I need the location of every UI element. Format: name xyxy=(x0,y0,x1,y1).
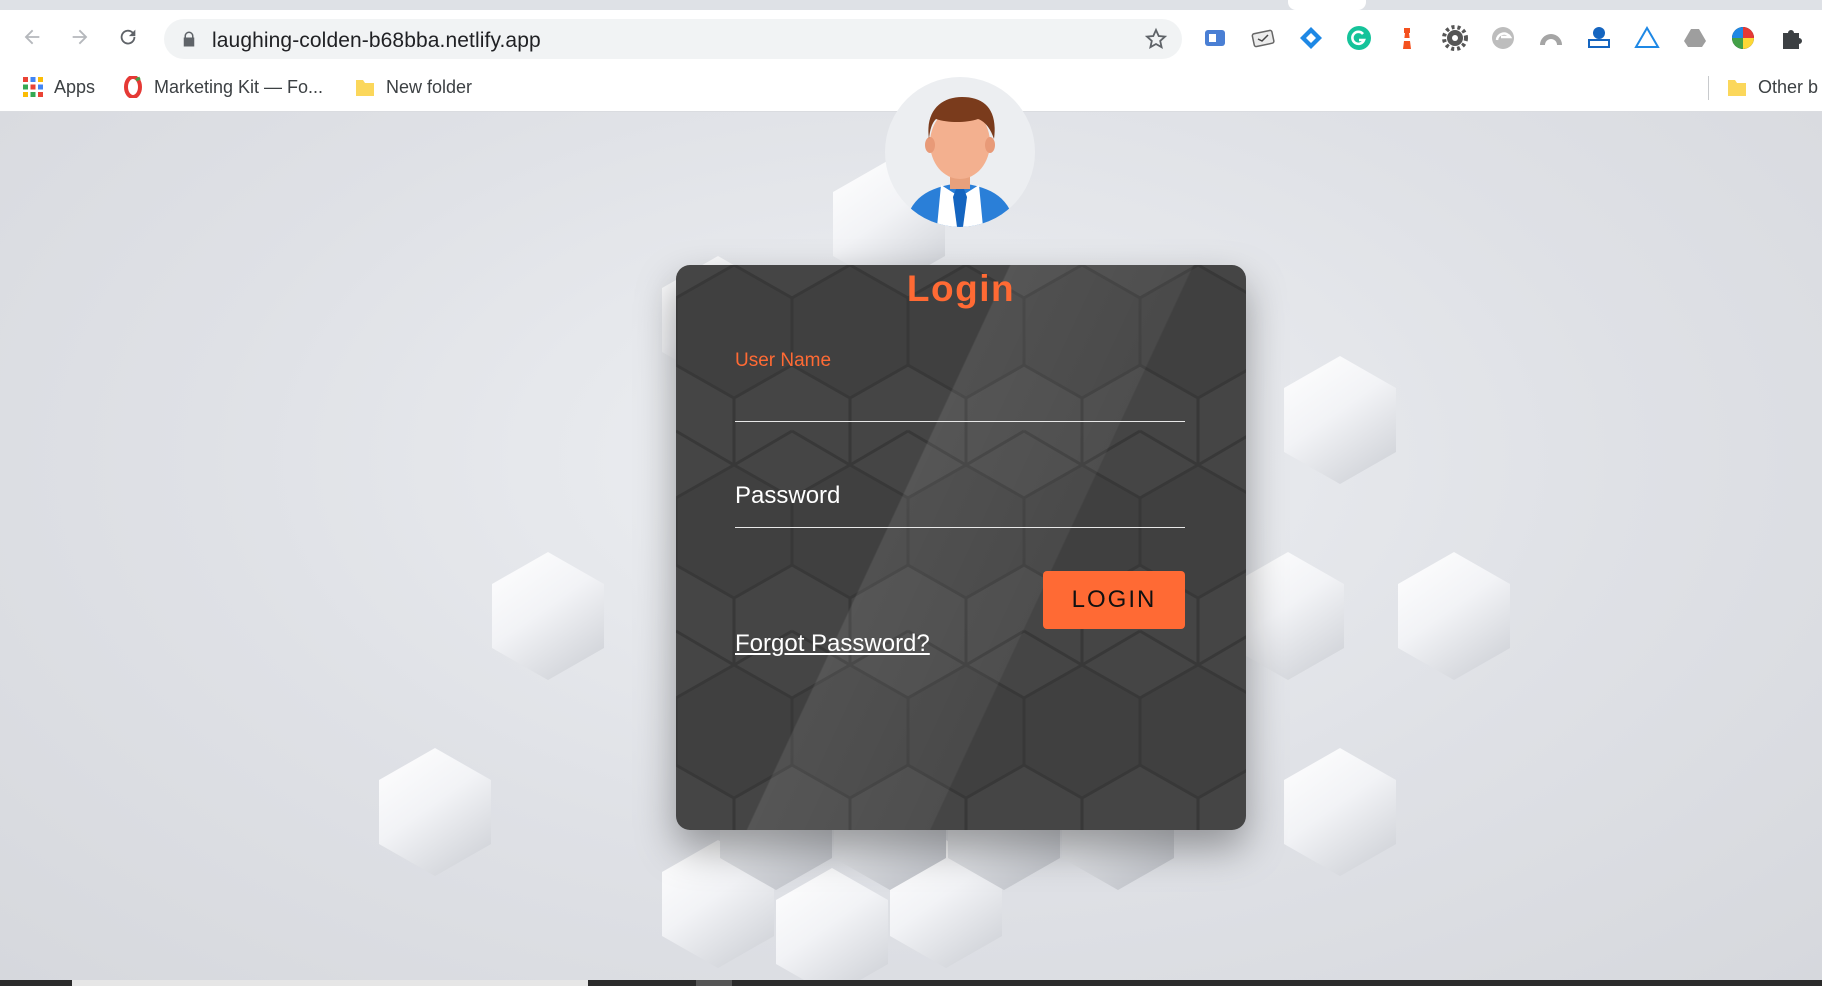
edge-icon[interactable] xyxy=(1490,25,1516,51)
grammarly-icon[interactable] xyxy=(1346,25,1372,51)
bookmark-label: Marketing Kit — Fo... xyxy=(154,76,324,97)
taskbar-strip xyxy=(0,980,1822,986)
browser-toolbar: laughing-colden-b68bba.netlify.app xyxy=(0,10,1822,64)
bookmark-marketing-kit[interactable]: Marketing Kit — Fo... xyxy=(122,72,323,102)
address-bar[interactable]: laughing-colden-b68bba.netlify.app xyxy=(164,19,1182,59)
login-title: Login xyxy=(906,268,1016,309)
drive-icon[interactable] xyxy=(1682,25,1708,51)
hexagon-decoration xyxy=(1232,552,1344,680)
bookmark-label: Apps xyxy=(54,76,96,97)
active-tab[interactable] xyxy=(1288,0,1366,10)
forward-arrow-icon xyxy=(72,29,88,45)
bookmark-star-icon[interactable] xyxy=(1144,27,1168,51)
password-input[interactable] xyxy=(735,488,1185,528)
folder-icon xyxy=(356,80,374,96)
bookmark-other[interactable]: Other b xyxy=(1726,72,1818,102)
bookmark-apps[interactable]: Apps xyxy=(22,72,95,102)
read-aloud-icon[interactable] xyxy=(1202,25,1228,51)
url-text[interactable]: laughing-colden-b68bba.netlify.app xyxy=(212,29,541,53)
username-input[interactable] xyxy=(735,382,1185,422)
taskbar-segment xyxy=(696,980,732,986)
apps-grid-icon xyxy=(23,77,43,97)
hexagon-decoration xyxy=(1284,356,1396,484)
username-label: User Name xyxy=(735,350,832,371)
hexagon-decoration xyxy=(1284,748,1396,876)
folder-icon xyxy=(1728,80,1746,96)
hexagon-decoration xyxy=(1398,552,1510,680)
hexagon-decoration xyxy=(379,748,491,876)
clipboard-icon[interactable] xyxy=(1250,25,1276,51)
color-wheel-icon[interactable] xyxy=(1730,25,1756,51)
hexagon-decoration xyxy=(492,552,604,680)
triangle-icon[interactable] xyxy=(1634,25,1660,51)
back-arrow-icon xyxy=(24,29,40,45)
reload-button[interactable] xyxy=(111,20,145,54)
diamond-icon[interactable] xyxy=(1298,25,1324,51)
marketing-kit-icon xyxy=(124,76,142,98)
puzzle-icon[interactable] xyxy=(1778,25,1804,51)
reload-icon xyxy=(120,29,136,45)
bookmarks-separator xyxy=(1708,76,1709,100)
translate-icon[interactable] xyxy=(1586,25,1612,51)
forgot-password-link[interactable]: Forgot Password? xyxy=(735,630,930,658)
user-avatar xyxy=(885,77,1035,227)
lock-icon xyxy=(183,31,195,47)
lighthouse-icon[interactable] xyxy=(1394,25,1420,51)
hexagon-decoration xyxy=(776,868,888,980)
bookmark-label: New folder xyxy=(386,76,473,97)
page-background xyxy=(0,112,1822,980)
user-avatar-icon xyxy=(905,97,1015,227)
login-button[interactable]: LOGIN xyxy=(1043,571,1185,629)
bookmark-label: Other b xyxy=(1758,76,1819,97)
gear-icon[interactable] xyxy=(1442,25,1468,51)
taskbar-segment xyxy=(72,980,588,986)
tab-strip xyxy=(0,0,1822,10)
forward-button[interactable] xyxy=(63,20,97,54)
bookmark-new-folder[interactable]: New folder xyxy=(354,72,472,102)
back-button[interactable] xyxy=(15,20,49,54)
rainbow-icon[interactable] xyxy=(1538,25,1564,51)
